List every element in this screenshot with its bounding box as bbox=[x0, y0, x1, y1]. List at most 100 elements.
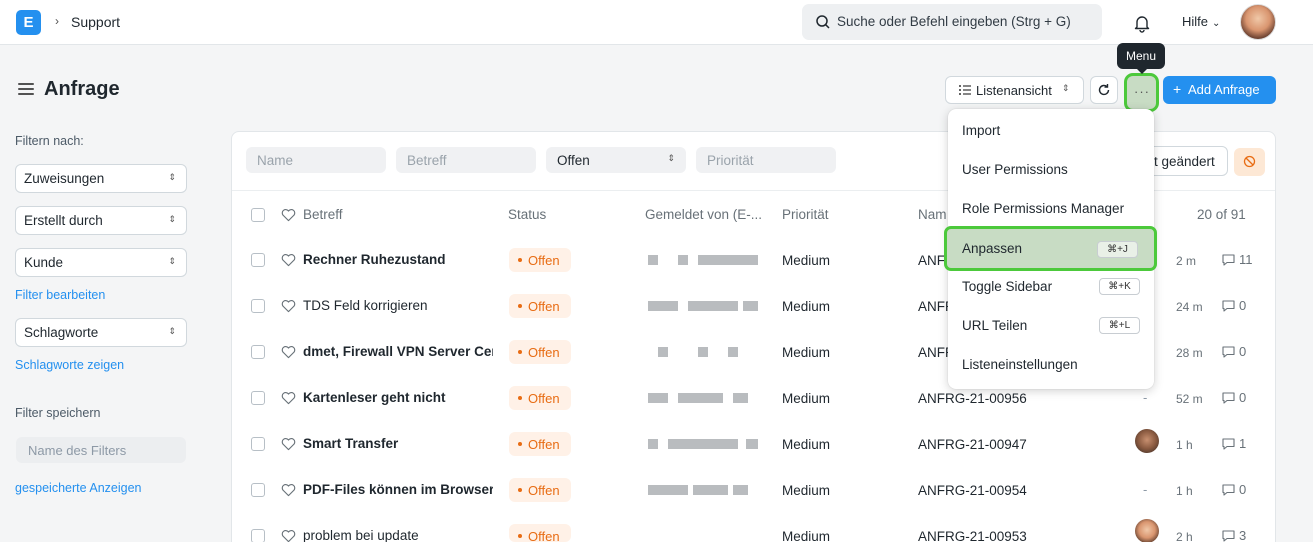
filter-name-placeholder: Name des Filters bbox=[28, 443, 127, 458]
row-comments[interactable]: 0 bbox=[1222, 298, 1246, 313]
status-text: Offen bbox=[528, 391, 560, 406]
reload-button[interactable] bbox=[1090, 76, 1118, 104]
row-title[interactable]: PDF-Files können im Browser ü bbox=[303, 482, 493, 497]
comment-icon bbox=[1222, 346, 1235, 358]
row-comments[interactable]: 11 bbox=[1222, 252, 1253, 267]
row-comments[interactable]: 1 bbox=[1222, 436, 1246, 451]
sort-button[interactable]: t geändert bbox=[1148, 146, 1228, 176]
menu-item-user-permissions[interactable]: User Permissions bbox=[948, 152, 1154, 188]
header-status[interactable]: Status bbox=[508, 207, 546, 222]
status-badge[interactable]: Offen bbox=[509, 340, 571, 364]
menu-item-list-settings[interactable]: Listeneinstellungen bbox=[948, 347, 1154, 383]
list-view-button[interactable]: Listenansicht ⇕ bbox=[945, 76, 1084, 104]
row-checkbox[interactable] bbox=[251, 299, 265, 313]
menu-item-label: Listeneinstellungen bbox=[962, 357, 1078, 372]
assignee-avatar[interactable] bbox=[1135, 429, 1159, 453]
menu-item-role-permissions-manager[interactable]: Role Permissions Manager bbox=[948, 191, 1154, 227]
status-filter[interactable]: Offen ⇕ bbox=[546, 147, 686, 173]
redacted-reporter bbox=[628, 252, 758, 268]
name-filter[interactable]: Name bbox=[246, 147, 386, 173]
assignee-avatar[interactable] bbox=[1135, 519, 1159, 542]
help-label: Hilfe bbox=[1182, 14, 1209, 29]
breadcrumb-support[interactable]: Support bbox=[71, 14, 120, 30]
comment-icon bbox=[1222, 392, 1235, 404]
filter-name-input[interactable]: Name des Filters bbox=[16, 437, 186, 463]
add-anfrage-button[interactable]: + Add Anfrage bbox=[1163, 76, 1276, 104]
comment-count: 0 bbox=[1239, 344, 1247, 359]
row-checkbox[interactable] bbox=[251, 391, 265, 405]
row-priority: Medium bbox=[782, 299, 831, 314]
status-badge[interactable]: Offen bbox=[509, 524, 571, 542]
help-menu[interactable]: Hilfe ⌄ bbox=[1182, 14, 1220, 29]
filter-created-by-label: Erstellt durch bbox=[24, 213, 103, 228]
status-badge[interactable]: Offen bbox=[509, 478, 571, 502]
row-checkbox[interactable] bbox=[251, 345, 265, 359]
menu-item-share-url[interactable]: URL Teilen ⌘+L bbox=[948, 308, 1154, 344]
status-badge[interactable]: Offen bbox=[509, 248, 571, 272]
sidebar-toggle-icon[interactable] bbox=[18, 83, 34, 97]
select-all-checkbox[interactable] bbox=[251, 208, 265, 222]
filter-created-by[interactable]: Erstellt durch ⇕ bbox=[15, 206, 187, 235]
row-title[interactable]: Smart Transfer bbox=[303, 436, 493, 451]
heart-icon[interactable] bbox=[281, 299, 296, 313]
header-subject[interactable]: Betreff bbox=[303, 207, 343, 222]
status-badge[interactable]: Offen bbox=[509, 294, 571, 318]
comment-count: 0 bbox=[1239, 298, 1247, 313]
list-icon bbox=[959, 85, 971, 95]
menu-item-import[interactable]: Import bbox=[948, 113, 1154, 149]
row-comments[interactable]: 3 bbox=[1222, 528, 1246, 542]
heart-icon[interactable] bbox=[281, 529, 296, 542]
filter-customer[interactable]: Kunde ⇕ bbox=[15, 248, 187, 277]
row-checkbox[interactable] bbox=[251, 253, 265, 267]
edit-filters-link[interactable]: Filter bearbeiten bbox=[15, 288, 105, 302]
chevron-updown-icon: ⇕ bbox=[168, 172, 176, 182]
row-time: 1 h bbox=[1176, 484, 1193, 498]
priority-filter[interactable]: Priorität bbox=[696, 147, 836, 173]
row-checkbox[interactable] bbox=[251, 529, 265, 542]
row-comments[interactable]: 0 bbox=[1222, 390, 1246, 405]
chevron-updown-icon: ⇕ bbox=[1062, 83, 1070, 93]
more-menu-button[interactable]: ··· bbox=[1124, 73, 1159, 112]
search-icon bbox=[816, 15, 830, 29]
user-avatar[interactable] bbox=[1240, 4, 1276, 40]
menu-item-customize[interactable]: Anpassen ⌘+J bbox=[944, 226, 1157, 271]
menu-item-toggle-sidebar[interactable]: Toggle Sidebar ⌘+K bbox=[948, 269, 1154, 305]
show-tags-link[interactable]: Schlagworte zeigen bbox=[15, 358, 124, 372]
row-title[interactable]: problem bei update bbox=[303, 528, 493, 542]
row-assigned: - bbox=[1143, 390, 1148, 405]
bell-icon[interactable] bbox=[1131, 12, 1153, 34]
status-filter-value: Offen bbox=[557, 153, 590, 168]
heart-icon[interactable] bbox=[281, 391, 296, 405]
header-reported-by[interactable]: Gemeldet von (E-... bbox=[645, 207, 762, 222]
row-title[interactable]: dmet, Firewall VPN Server Cer bbox=[303, 344, 493, 359]
subject-filter[interactable]: Betreff bbox=[396, 147, 536, 173]
heart-icon[interactable] bbox=[281, 437, 296, 451]
header-name[interactable]: Nam bbox=[918, 207, 947, 222]
row-checkbox[interactable] bbox=[251, 437, 265, 451]
filter-tags-label: Schlagworte bbox=[24, 325, 99, 340]
status-badge[interactable]: Offen bbox=[509, 386, 571, 410]
app-logo[interactable]: E bbox=[16, 10, 41, 35]
filter-assignments[interactable]: Zuweisungen ⇕ bbox=[15, 164, 187, 193]
heart-icon[interactable] bbox=[281, 253, 296, 267]
heart-icon[interactable] bbox=[281, 483, 296, 497]
status-text: Offen bbox=[528, 299, 560, 314]
shortcut-badge: ⌘+L bbox=[1099, 317, 1140, 334]
header-priority[interactable]: Priorität bbox=[782, 207, 829, 222]
filter-tags[interactable]: Schlagworte ⇕ bbox=[15, 318, 187, 347]
filter-customer-label: Kunde bbox=[24, 255, 64, 270]
row-comments[interactable]: 0 bbox=[1222, 344, 1246, 359]
saved-views-link[interactable]: gespeicherte Anzeigen bbox=[15, 481, 141, 495]
chevron-updown-icon: ⇕ bbox=[168, 326, 176, 336]
heart-icon[interactable] bbox=[281, 208, 296, 222]
row-priority: Medium bbox=[782, 345, 831, 360]
status-badge[interactable]: Offen bbox=[509, 432, 571, 456]
row-title[interactable]: Rechner Ruhezustand bbox=[303, 252, 493, 267]
row-checkbox[interactable] bbox=[251, 483, 265, 497]
row-comments[interactable]: 0 bbox=[1222, 482, 1246, 497]
row-title[interactable]: TDS Feld korrigieren bbox=[303, 298, 493, 313]
heart-icon[interactable] bbox=[281, 345, 296, 359]
row-title[interactable]: Kartenleser geht nicht bbox=[303, 390, 493, 405]
search-bar[interactable]: Suche oder Befehl eingeben (Strg + G) bbox=[802, 4, 1102, 40]
clear-filters-button[interactable] bbox=[1234, 148, 1265, 176]
